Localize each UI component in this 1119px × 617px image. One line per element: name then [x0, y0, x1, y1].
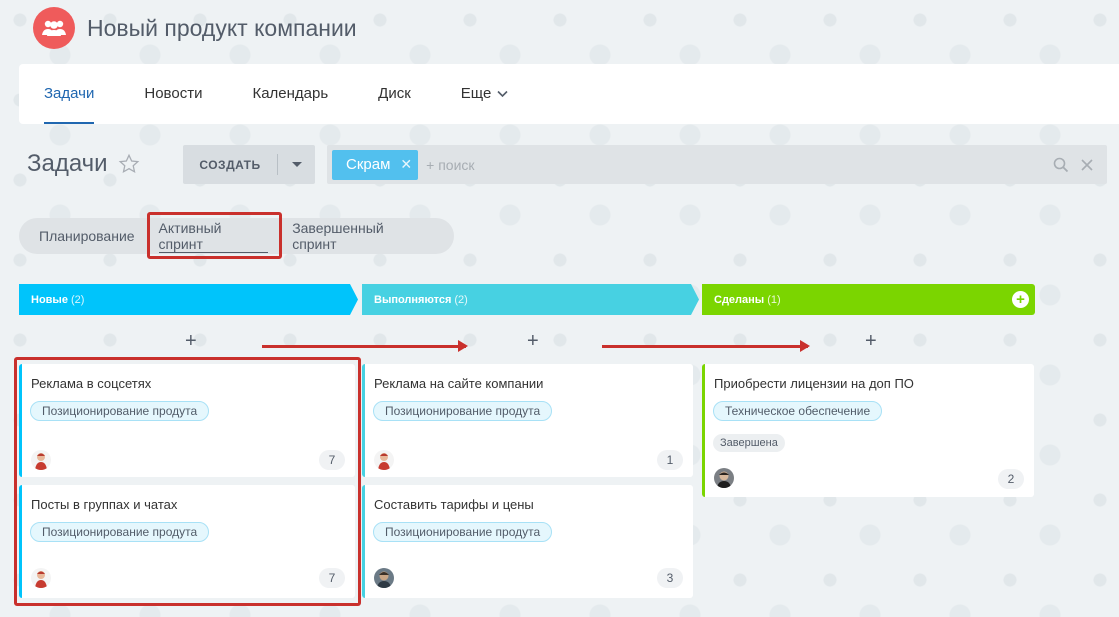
card-accent [362, 485, 365, 598]
chevron-down-icon [497, 90, 508, 98]
highlight-frame-active-sprint [147, 212, 282, 259]
column-header-done: Сделаны (1) + [702, 284, 1035, 315]
tab-disk[interactable]: Диск [378, 64, 411, 124]
add-task-button-in-progress[interactable]: + [527, 330, 539, 353]
task-card[interactable]: Реклама на сайте компании Позиционирован… [362, 364, 693, 477]
column-title: Сделаны [714, 293, 765, 306]
search-input[interactable]: + поиск [426, 157, 1053, 173]
avatar[interactable] [374, 450, 394, 470]
task-count-badge: 3 [657, 568, 683, 588]
filter-chip[interactable]: Скрам ✕ [332, 149, 419, 180]
sprint-tab-planning[interactable]: Планирование [39, 228, 135, 244]
column-title: Выполняются [374, 293, 452, 306]
column-count: (2) [70, 293, 85, 306]
task-title[interactable]: Приобрести лицензии на доп ПО [714, 376, 914, 391]
filter-chip-label: Скрам [346, 156, 391, 173]
annotation-arrow [602, 340, 810, 352]
card-accent [702, 364, 705, 497]
status-badge: Завершена [713, 434, 785, 452]
column-title: Новые [31, 293, 68, 306]
tab-calendar[interactable]: Календарь [252, 64, 328, 124]
top-navigation: Задачи Новости Календарь Диск Еще [19, 64, 1119, 124]
close-icon[interactable] [1079, 157, 1095, 173]
caret-down-icon [291, 162, 302, 167]
tab-tasks[interactable]: Задачи [44, 64, 95, 124]
filter-search-bar[interactable]: Скрам ✕ + поиск [327, 145, 1107, 184]
task-card[interactable]: Приобрести лицензии на доп ПО Техническо… [702, 364, 1034, 497]
add-task-button-new[interactable]: + [185, 330, 197, 353]
create-button-label: СОЗДАТЬ [199, 157, 261, 172]
add-column-icon[interactable]: + [1012, 291, 1029, 308]
tab-more-label: Еще [460, 85, 492, 102]
column-header-in-progress: Выполняются (2) [362, 284, 699, 315]
tab-more[interactable]: Еще [461, 64, 509, 124]
column-header-new: Новые (2) [19, 284, 358, 315]
task-card[interactable]: Составить тарифы и цены Позиционирование… [362, 485, 693, 598]
column-count: (2) [454, 293, 468, 306]
create-button[interactable]: СОЗДАТЬ [183, 145, 315, 184]
avatar[interactable] [374, 568, 394, 588]
task-tag[interactable]: Техническое обеспечение [713, 401, 883, 421]
task-count-badge: 1 [657, 450, 683, 470]
group-icon[interactable] [33, 7, 75, 49]
annotation-arrow [262, 340, 468, 352]
sprint-tab-completed[interactable]: Завершенный спринт [292, 220, 430, 252]
app-title: Новый продукт компании [87, 14, 357, 41]
highlight-frame-new-tasks [14, 357, 361, 606]
app-header: Новый продукт компании [33, 6, 357, 50]
task-tag[interactable]: Позиционирование продута [373, 522, 553, 542]
star-icon[interactable] [118, 153, 140, 175]
task-count-badge: 2 [998, 469, 1024, 489]
column-count: (1) [767, 293, 781, 306]
avatar[interactable] [714, 468, 734, 488]
page-title-text: Задачи [27, 150, 108, 177]
card-accent [362, 364, 365, 477]
chip-close-icon[interactable]: ✕ [400, 156, 412, 173]
task-tag[interactable]: Позиционирование продута [373, 401, 553, 421]
search-icon[interactable] [1053, 157, 1069, 173]
page-title: Задачи [27, 150, 140, 178]
tab-news[interactable]: Новости [144, 64, 202, 124]
add-task-button-done[interactable]: + [865, 330, 877, 353]
task-title[interactable]: Составить тарифы и цены [374, 497, 534, 512]
create-dropdown-toggle[interactable] [278, 162, 315, 167]
task-title[interactable]: Реклама на сайте компании [374, 376, 543, 391]
